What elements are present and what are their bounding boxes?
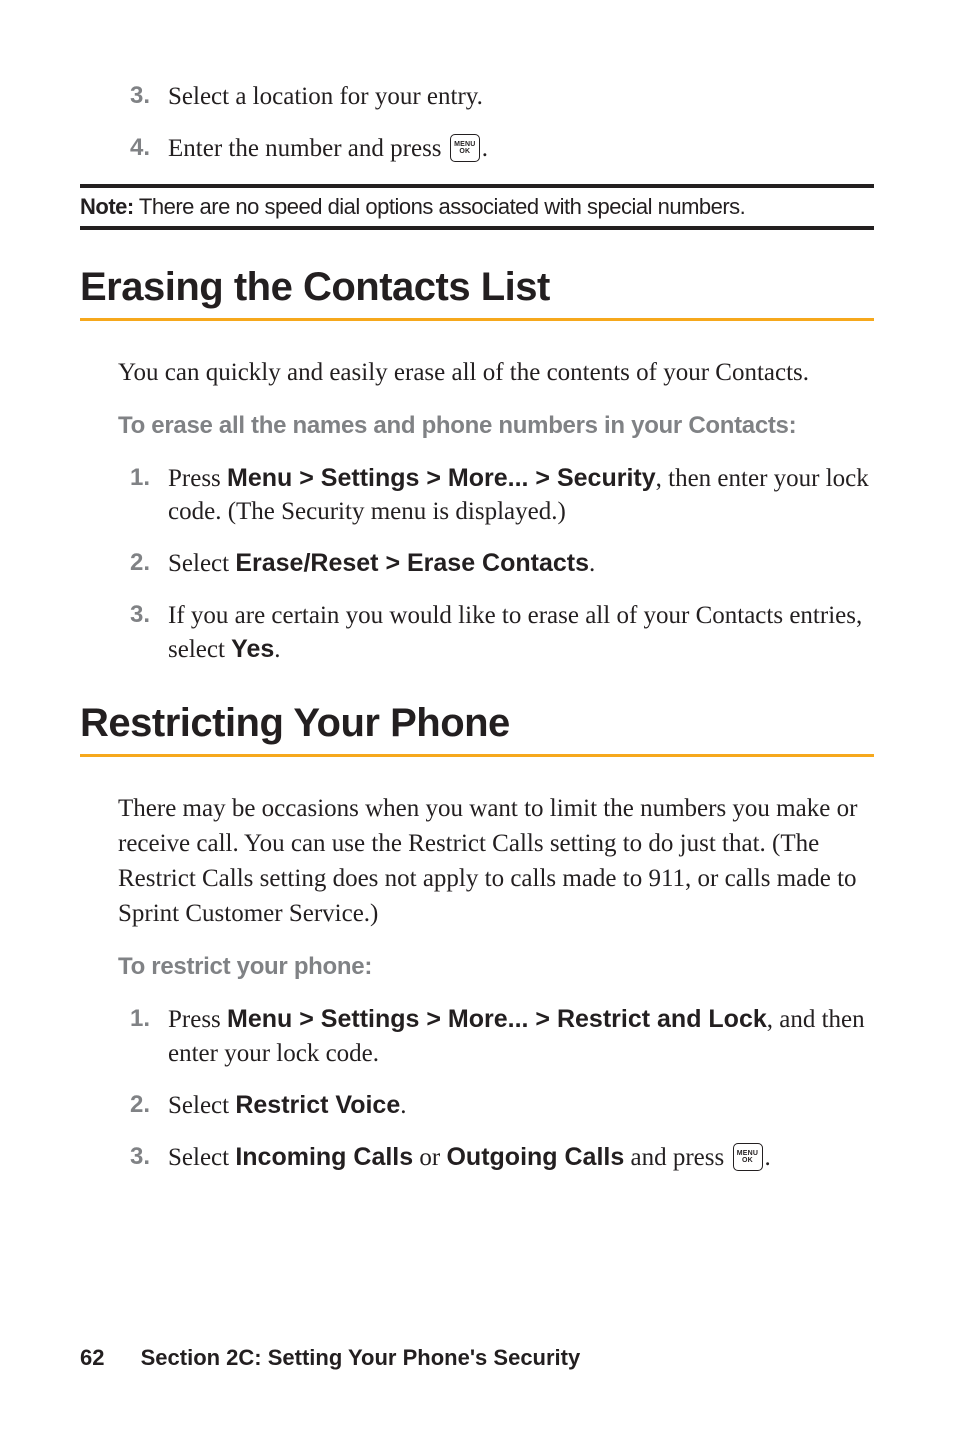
section2-subheading: To restrict your phone: bbox=[118, 953, 874, 981]
step-number: 3. bbox=[130, 1141, 168, 1173]
step-number: 1. bbox=[130, 462, 168, 494]
step-text: Press Menu > Settings > More... > Securi… bbox=[168, 462, 874, 530]
step-text: Enter the number and press MENUOK. bbox=[168, 132, 874, 166]
step-number: 2. bbox=[130, 547, 168, 579]
step-text: Select Erase/Reset > Erase Contacts. bbox=[168, 547, 874, 581]
s1-step-3: 3. If you are certain you would like to … bbox=[130, 599, 874, 667]
section1-subheading: To erase all the names and phone numbers… bbox=[118, 412, 874, 440]
section2-intro: There may be occasions when you want to … bbox=[118, 791, 874, 931]
s2-step-1: 1. Press Menu > Settings > More... > Res… bbox=[130, 1003, 874, 1071]
step-text: Select Incoming Calls or Outgoing Calls … bbox=[168, 1141, 874, 1175]
step-text: Select a location for your entry. bbox=[168, 80, 874, 114]
page-number: 62 bbox=[80, 1345, 104, 1370]
section1-intro: You can quickly and easily erase all of … bbox=[118, 355, 874, 390]
section-title-restricting: Restricting Your Phone bbox=[80, 701, 874, 757]
note-rule-bottom bbox=[80, 226, 874, 230]
menu-ok-icon: MENUOK bbox=[733, 1143, 763, 1171]
section-title-erasing: Erasing the Contacts List bbox=[80, 265, 874, 321]
step-number: 1. bbox=[130, 1003, 168, 1035]
step-number: 4. bbox=[130, 132, 168, 164]
footer-section-label: Section 2C: Setting Your Phone's Securit… bbox=[141, 1345, 581, 1370]
s1-step-2: 2. Select Erase/Reset > Erase Contacts. bbox=[130, 547, 874, 581]
section2-steps: 1. Press Menu > Settings > More... > Res… bbox=[130, 1003, 874, 1174]
step-text-after: . bbox=[482, 135, 488, 162]
s2-step-3: 3. Select Incoming Calls or Outgoing Cal… bbox=[130, 1141, 874, 1175]
step-4: 4. Enter the number and press MENUOK. bbox=[130, 132, 874, 166]
note-label: Note: bbox=[80, 194, 134, 219]
section1-steps: 1. Press Menu > Settings > More... > Sec… bbox=[130, 462, 874, 667]
menu-ok-icon: MENUOK bbox=[450, 134, 480, 162]
s2-step-2: 2. Select Restrict Voice. bbox=[130, 1089, 874, 1123]
step-number: 3. bbox=[130, 599, 168, 631]
step-text: Select Restrict Voice. bbox=[168, 1089, 874, 1123]
page-footer: 62 Section 2C: Setting Your Phone's Secu… bbox=[80, 1345, 580, 1371]
s1-step-1: 1. Press Menu > Settings > More... > Sec… bbox=[130, 462, 874, 530]
step-number: 3. bbox=[130, 80, 168, 112]
step-number: 2. bbox=[130, 1089, 168, 1121]
note: Note: There are no speed dial options as… bbox=[80, 194, 874, 220]
step-text-before: Enter the number and press bbox=[168, 135, 448, 162]
step-3: 3. Select a location for your entry. bbox=[130, 80, 874, 114]
step-text: If you are certain you would like to era… bbox=[168, 599, 874, 667]
step-text: Press Menu > Settings > More... > Restri… bbox=[168, 1003, 874, 1071]
continued-steps-list: 3. Select a location for your entry. 4. … bbox=[130, 80, 874, 166]
note-text: There are no speed dial options associat… bbox=[134, 194, 746, 219]
note-rule-top bbox=[80, 184, 874, 188]
